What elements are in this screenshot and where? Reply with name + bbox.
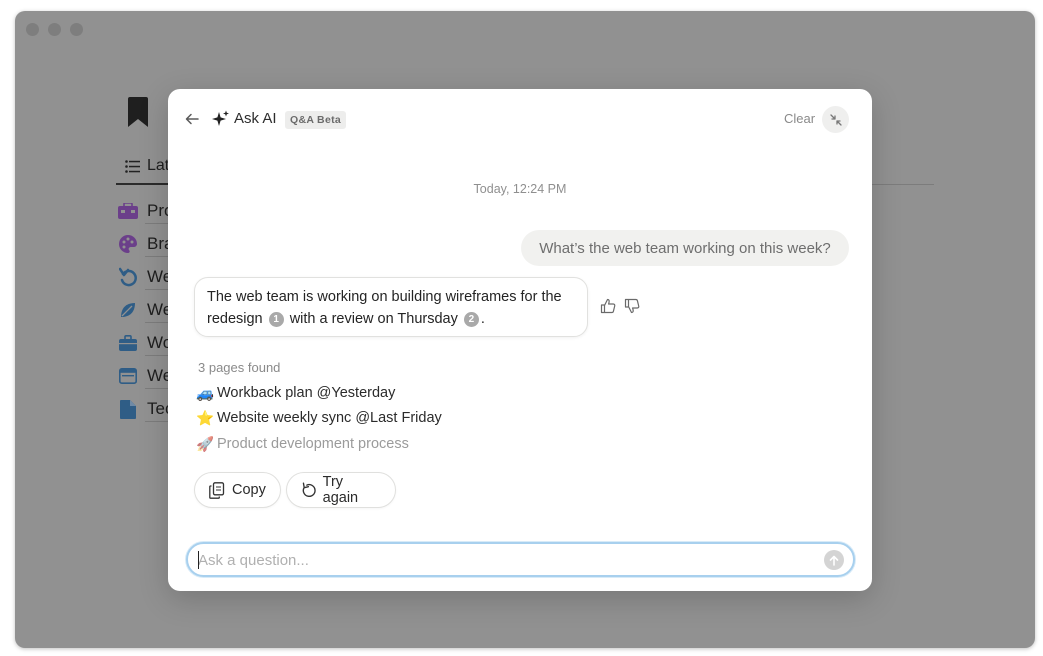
pages-found-label: 3 pages found <box>198 360 281 375</box>
clear-button[interactable]: Clear <box>784 111 815 126</box>
copy-icon <box>209 481 225 499</box>
tab-label: Lat <box>147 157 170 174</box>
car-icon: 🚙 <box>195 385 215 402</box>
sparkle-icon <box>212 110 229 126</box>
list-item[interactable]: We <box>118 366 172 386</box>
source-page-link[interactable]: 🚙 Workback plan @Yesterday <box>195 385 396 402</box>
send-button[interactable] <box>824 550 844 570</box>
user-message: What’s the web team working on this week… <box>521 230 849 266</box>
beta-badge: Q&A Beta <box>285 111 347 129</box>
star-icon: ⭐ <box>195 410 215 427</box>
try-again-button[interactable]: Try again <box>286 472 396 508</box>
ai-response-text: . <box>480 310 485 327</box>
source-page-link[interactable]: 🚀 Product development process <box>195 436 409 453</box>
try-again-label: Try again <box>322 474 359 506</box>
source-page-label: Product development process <box>217 436 409 452</box>
ask-question-input[interactable] <box>198 550 798 570</box>
undo-arrow-icon <box>118 267 138 287</box>
list-item[interactable]: Pro <box>118 201 173 221</box>
ask-input-container <box>186 542 855 577</box>
ai-response-text: with a review on Thursday <box>289 310 458 327</box>
collapse-button[interactable] <box>822 106 849 133</box>
copy-label: Copy <box>232 482 266 498</box>
bookmark-icon <box>128 97 148 127</box>
leaf-icon <box>118 300 138 320</box>
list-item[interactable]: Wo <box>118 333 172 353</box>
source-page-label: Workback plan @Yesterday <box>217 385 396 401</box>
toolbox-icon <box>118 201 138 221</box>
back-arrow-icon[interactable] <box>184 111 200 127</box>
text-caret <box>198 551 199 569</box>
source-page-label: Website weekly sync @Last Friday <box>217 410 442 426</box>
browser-window-icon <box>118 366 138 386</box>
chat-timestamp: Today, 12:24 PM <box>473 182 567 196</box>
palette-icon <box>118 234 138 254</box>
modal-title: Ask AI <box>234 110 277 127</box>
list-item[interactable]: Tec <box>118 399 173 419</box>
arrow-up-icon <box>829 555 839 566</box>
copy-button[interactable]: Copy <box>194 472 281 508</box>
list-item[interactable]: We <box>118 267 172 287</box>
list-icon <box>125 159 140 173</box>
list-item[interactable]: We <box>118 300 172 320</box>
retry-icon <box>302 482 316 497</box>
rocket-icon: 🚀 <box>195 436 215 453</box>
ask-ai-modal: Ask AI Q&A Beta Clear Today, 12:24 PM Wh… <box>168 89 872 591</box>
thumbs-down-icon[interactable] <box>624 298 640 314</box>
citation-badge[interactable]: 1 <box>268 311 284 327</box>
tab-latest[interactable]: Lat <box>125 157 169 175</box>
citation-badge[interactable]: 2 <box>463 311 479 327</box>
briefcase-icon <box>118 333 138 353</box>
active-tab-underline <box>116 183 176 185</box>
document-icon <box>118 399 138 419</box>
list-item[interactable]: Bra <box>118 234 173 254</box>
thumbs-up-icon[interactable] <box>600 298 616 314</box>
collapse-arrows-icon <box>829 113 842 126</box>
ai-response: The web team is working on building wire… <box>194 277 588 337</box>
source-page-link[interactable]: ⭐ Website weekly sync @Last Friday <box>195 410 442 427</box>
